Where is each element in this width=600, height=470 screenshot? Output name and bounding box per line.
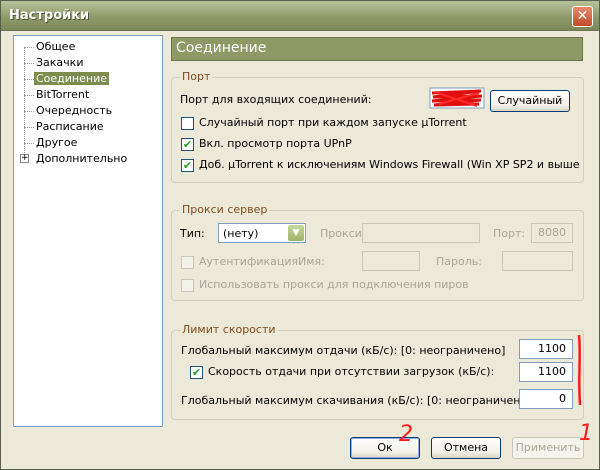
tree-item-queueing[interactable]: Очередность (34, 104, 114, 118)
chevron-down-icon[interactable]: ▼ (288, 225, 304, 241)
tree-connector (24, 111, 34, 112)
proxy-port-input[interactable]: 8080 (531, 223, 573, 243)
redaction-scribble-icon (429, 87, 485, 109)
tree-item-scheduler[interactable]: Расписание (34, 120, 106, 134)
section-header: Соединение (171, 37, 583, 61)
firewall-checkbox[interactable]: ✔ (181, 159, 194, 172)
speed-limit-group: Лимит скорости Глобальный максимум отдач… (171, 323, 584, 420)
proxy-port-label: Порт: (493, 227, 526, 240)
annotation-line (577, 334, 582, 406)
password-input[interactable] (502, 251, 573, 271)
auth-label: Аутентификация (199, 255, 299, 268)
idle-upload-input[interactable]: 1100 (519, 362, 573, 382)
tree-item-connection[interactable]: Соединение (34, 72, 110, 86)
download-limit-label: Глобальный максимум скачивания (кБ/с): [… (181, 394, 532, 407)
proxy-type-select[interactable]: (нету) ▼ (218, 223, 306, 243)
random-port-checkbox[interactable] (181, 117, 194, 130)
tree-item-advanced[interactable]: Дополнительно (34, 152, 129, 166)
auth-checkbox[interactable] (181, 256, 194, 269)
apply-button[interactable]: Применить (512, 437, 584, 459)
annotation-mark-ok: 2 (399, 422, 413, 447)
close-button[interactable]: ✕ (572, 6, 593, 27)
proxy-host-input[interactable] (362, 223, 480, 243)
peer-proxy-checkbox[interactable] (181, 279, 194, 292)
settings-window: Настройки ✕ Общее Закачки Соединение Bit… (0, 0, 600, 470)
title-bar[interactable]: Настройки ✕ (1, 1, 599, 31)
annotation-mark-apply: 1 (579, 421, 593, 446)
firewall-label: Доб. µTorrent к исключениям Windows Fire… (199, 158, 580, 171)
tree-connector (24, 127, 34, 128)
tree-item-bittorrent[interactable]: BitTorrent (34, 88, 91, 102)
speed-limit-legend: Лимит скорости (180, 323, 278, 336)
tree-connector (24, 143, 34, 144)
upnp-label: Вкл. просмотр порта UPnP (199, 137, 352, 150)
idle-upload-label: Скорость отдачи при отсутствии загрузок … (208, 365, 495, 378)
username-input[interactable] (362, 251, 420, 271)
port-group-legend: Порт (180, 70, 213, 83)
proxy-type-value: (нету) (223, 227, 259, 240)
tree-item-downloads[interactable]: Закачки (34, 56, 85, 70)
section-title: Соединение (176, 40, 267, 56)
username-label: Имя: (298, 255, 325, 268)
cancel-button[interactable]: Отмена (431, 437, 501, 459)
port-group: Порт Порт для входящих соединений: Случа… (171, 70, 584, 183)
tree-connector (24, 79, 34, 80)
upload-limit-input[interactable]: 1100 (519, 339, 573, 359)
upnp-checkbox[interactable]: ✔ (181, 138, 194, 151)
password-label: Пароль: (436, 255, 482, 268)
expand-icon[interactable]: + (20, 154, 29, 163)
tree-item-other[interactable]: Другое (34, 136, 79, 150)
window-title: Настройки (9, 8, 90, 23)
proxy-group-legend: Прокси сервер (180, 203, 270, 216)
proxy-host-label: Прокси: (320, 227, 366, 240)
tree-connector (24, 63, 34, 64)
tree-connector (24, 47, 34, 48)
redacted-port-field[interactable] (429, 87, 485, 109)
tree-item-general[interactable]: Общее (34, 40, 77, 54)
random-port-label: Случайный порт при каждом запуске µTorre… (199, 116, 467, 129)
proxy-type-label: Тип: (180, 227, 205, 240)
proxy-group: Прокси сервер Тип: (нету) ▼ Прокси: Порт… (171, 203, 584, 301)
incoming-port-label: Порт для входящих соединений: (180, 93, 372, 106)
upload-limit-label: Глобальный максимум отдачи (кБ/с): [0: н… (181, 344, 506, 357)
download-limit-input[interactable]: 0 (519, 389, 573, 409)
peer-proxy-label: Использовать прокси для подключения пиро… (199, 278, 469, 291)
idle-upload-checkbox[interactable]: ✔ (190, 366, 203, 379)
tree-connector (24, 95, 34, 96)
random-port-button[interactable]: Случайный (490, 90, 570, 112)
settings-tree: Общее Закачки Соединение BitTorrent Очер… (13, 35, 163, 427)
